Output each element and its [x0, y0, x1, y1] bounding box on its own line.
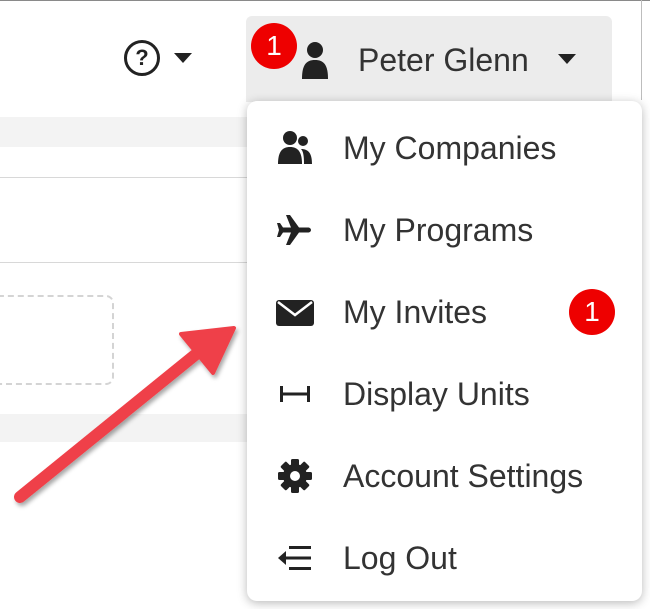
annotation-arrow	[14, 326, 236, 503]
